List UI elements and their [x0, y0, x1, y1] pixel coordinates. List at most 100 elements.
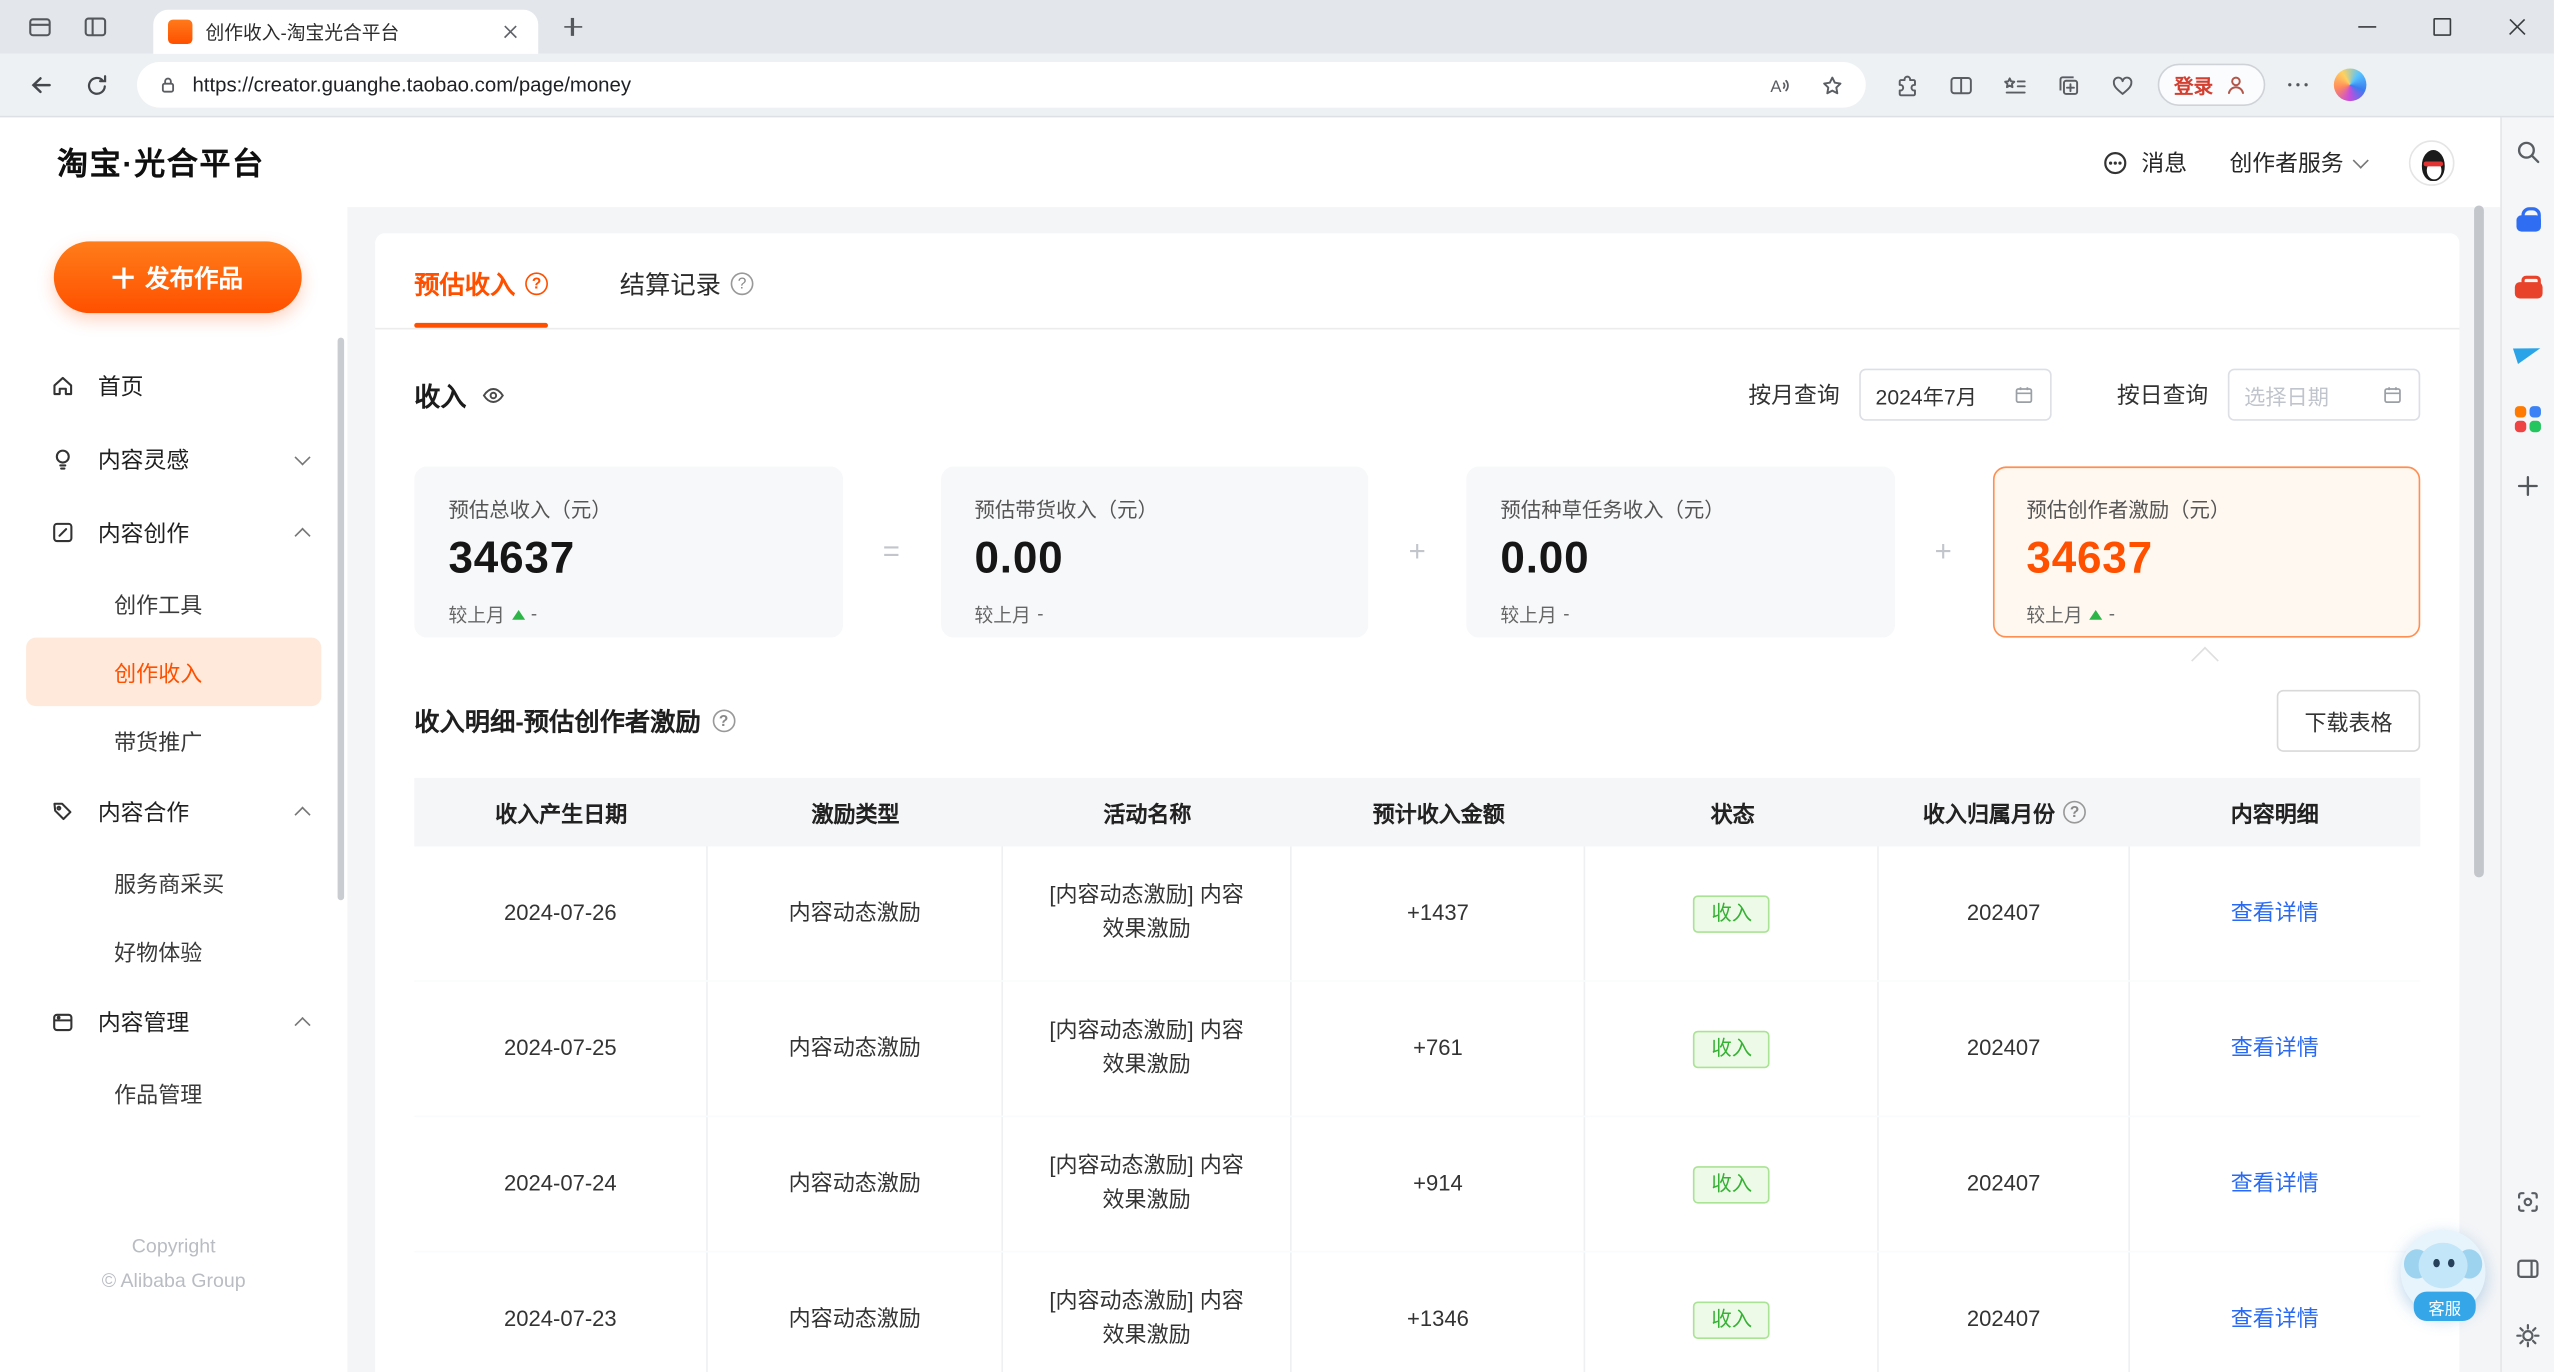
sidebar-item-inspiration[interactable]: 内容灵感 — [0, 422, 347, 495]
stat-total-income[interactable]: 预估总收入（元） 34637 较上月 - — [414, 466, 843, 638]
sidebar-item-management[interactable]: 内容管理 — [0, 985, 347, 1058]
month-query-label: 按月查询 — [1748, 381, 1840, 408]
plus-icon — [112, 266, 134, 288]
table-row: 2024-07-26 内容动态激励 [内容动态激励] 内容效果激励 +1437 … — [414, 846, 2421, 982]
sidebar-item-goods-experience[interactable]: 好物体验 — [26, 917, 321, 985]
chevron-down-icon — [294, 448, 311, 465]
stat-creator-incentive[interactable]: 预估创作者激励（元） 34637 较上月 - — [1992, 466, 2421, 638]
cell-activity: [内容动态激励] 内容效果激励 — [1003, 1252, 1292, 1372]
messages-button[interactable]: 消息 — [2101, 146, 2187, 179]
left-sidebar: 发布作品 首页 内容灵感 内容创作 创作工具 创作收入 带货推广 内容合作 服务… — [0, 207, 348, 1372]
view-detail-link[interactable]: 查看详情 — [2231, 1302, 2319, 1336]
sidebar-toggle-icon[interactable] — [2510, 1251, 2546, 1287]
cell-activity: [内容动态激励] 内容效果激励 — [1003, 981, 1292, 1116]
tab-close-icon[interactable] — [497, 19, 523, 45]
cell-amount: +761 — [1292, 981, 1586, 1116]
tab-strip: 创作收入-淘宝光合平台 — [0, 0, 2554, 54]
extensions-icon[interactable] — [1882, 60, 1931, 109]
customer-service-float[interactable]: 客服 — [2400, 1229, 2489, 1322]
view-detail-link[interactable]: 查看详情 — [2231, 1032, 2319, 1066]
back-button[interactable] — [16, 60, 65, 109]
copilot-icon[interactable] — [2333, 68, 2367, 102]
apps-icon[interactable] — [2510, 401, 2546, 437]
table-row: 2024-07-24 内容动态激励 [内容动态激励] 内容效果激励 +914 收… — [414, 1117, 2421, 1253]
browser-essentials-icon[interactable] — [2097, 60, 2146, 109]
sidebar-item-service-purchase[interactable]: 服务商采买 — [26, 848, 321, 916]
help-icon[interactable] — [712, 709, 736, 733]
sidebar-item-creation[interactable]: 内容创作 — [0, 496, 347, 569]
settings-gear-icon[interactable] — [2510, 1318, 2546, 1354]
view-detail-link[interactable]: 查看详情 — [2231, 1167, 2319, 1201]
chevron-up-icon — [294, 1016, 311, 1033]
new-tab-button[interactable] — [551, 6, 593, 48]
creator-service-dropdown[interactable]: 创作者服务 — [2229, 146, 2369, 179]
tab-settlement-record[interactable]: 结算记录 — [620, 266, 754, 328]
site-security-icon[interactable] — [157, 73, 180, 96]
favorite-star-icon[interactable] — [1807, 60, 1856, 109]
sidebar-item-creation-income[interactable]: 创作收入 — [26, 637, 322, 707]
cell-date: 2024-07-25 — [414, 981, 709, 1116]
tab-estimated-income[interactable]: 预估收入 — [414, 266, 549, 328]
eye-icon[interactable] — [480, 381, 508, 409]
read-aloud-icon[interactable]: A — [1755, 60, 1804, 109]
help-icon[interactable] — [730, 272, 754, 296]
chevron-up-icon — [294, 526, 311, 544]
browser-menu-icon[interactable] — [2277, 64, 2319, 106]
window-minimize-button[interactable] — [2329, 0, 2404, 54]
publish-work-button[interactable]: 发布作品 — [53, 241, 302, 314]
collections-icon[interactable] — [2044, 60, 2093, 109]
day-query-label: 按日查询 — [2116, 381, 2209, 408]
sidebar-item-cooperation[interactable]: 内容合作 — [0, 775, 347, 848]
refresh-button[interactable] — [72, 60, 121, 109]
edit-doc-icon — [53, 522, 73, 543]
month-picker-value: 2024年7月 — [1875, 384, 1977, 409]
help-icon[interactable] — [525, 272, 549, 296]
customer-service-label: 客服 — [2413, 1291, 2476, 1322]
table-row: 2024-07-23 内容动态激励 [内容动态激励] 内容效果激励 +1346 … — [414, 1252, 2420, 1372]
cell-activity: [内容动态激励] 内容效果激励 — [1003, 1117, 1292, 1251]
site-header: 淘宝·光合平台 消息 创作者服务 — [0, 117, 2501, 208]
sidebar-item-works-management[interactable]: 作品管理 — [26, 1058, 321, 1126]
tools-icon[interactable] — [2510, 267, 2546, 303]
site-logo: 淘宝·光合平台 — [57, 148, 265, 183]
favorites-bar-icon[interactable] — [1990, 60, 2039, 109]
table-row: 2024-07-25 内容动态激励 [内容动态激励] 内容效果激励 +761 收… — [414, 981, 2421, 1118]
window-close-button[interactable] — [2479, 0, 2554, 54]
send-icon[interactable] — [2510, 334, 2546, 370]
address-bar[interactable]: https://creator.guanghe.taobao.com/page/… — [136, 60, 1866, 109]
sidebar-item-promotion[interactable]: 带货推广 — [26, 706, 321, 774]
page-content: 淘宝·光合平台 消息 创作者服务 发布作品 首页 内容灵感 内容创作 创作工具 … — [0, 117, 2501, 1372]
sidebar-scrollbar[interactable] — [337, 337, 345, 901]
vertical-tabs-icon[interactable] — [72, 4, 118, 50]
day-picker-input[interactable]: 选择日期 — [2227, 368, 2421, 421]
shopping-icon[interactable] — [2510, 201, 2546, 237]
help-icon[interactable] — [2063, 800, 2086, 824]
income-tabs: 预估收入 结算记录 — [414, 266, 2420, 328]
page-scrollbar[interactable] — [2474, 205, 2484, 878]
browser-tab[interactable]: 创作收入-淘宝光合平台 — [153, 9, 539, 54]
tab-title: 创作收入-淘宝光合平台 — [205, 23, 400, 44]
url-text[interactable]: https://creator.guanghe.taobao.com/page/… — [192, 73, 1741, 96]
sidebar-item-creation-tools[interactable]: 创作工具 — [26, 569, 321, 637]
add-sidebar-item-icon[interactable] — [2510, 468, 2546, 504]
calendar-icon — [2015, 387, 2033, 403]
split-screen-icon[interactable] — [1936, 60, 1985, 109]
cell-month: 202407 — [1880, 981, 2130, 1116]
workspaces-icon[interactable] — [16, 4, 62, 50]
download-table-button[interactable]: 下载表格 — [2276, 689, 2421, 752]
svg-text:A: A — [1770, 76, 1782, 95]
screenshot-icon[interactable] — [2510, 1184, 2546, 1220]
sidebar-search-icon[interactable] — [2510, 134, 2546, 170]
sidebar-item-home[interactable]: 首页 — [0, 349, 347, 422]
stat-seeding-task-income[interactable]: 预估种草任务收入（元） 0.00 较上月 - — [1466, 466, 1895, 638]
profile-login-button[interactable]: 登录 — [2157, 63, 2266, 107]
month-picker-input[interactable]: 2024年7月 — [1859, 368, 2052, 421]
divider — [375, 327, 2460, 330]
window-maximize-button[interactable] — [2404, 0, 2479, 54]
view-detail-link[interactable]: 查看详情 — [2231, 896, 2319, 930]
cell-amount: +1437 — [1292, 846, 1586, 981]
messages-label: 消息 — [2141, 149, 2188, 176]
stat-goods-income[interactable]: 预估带货收入（元） 0.00 较上月 - — [940, 466, 1369, 638]
tag-icon — [53, 802, 72, 821]
user-avatar[interactable] — [2408, 139, 2455, 186]
